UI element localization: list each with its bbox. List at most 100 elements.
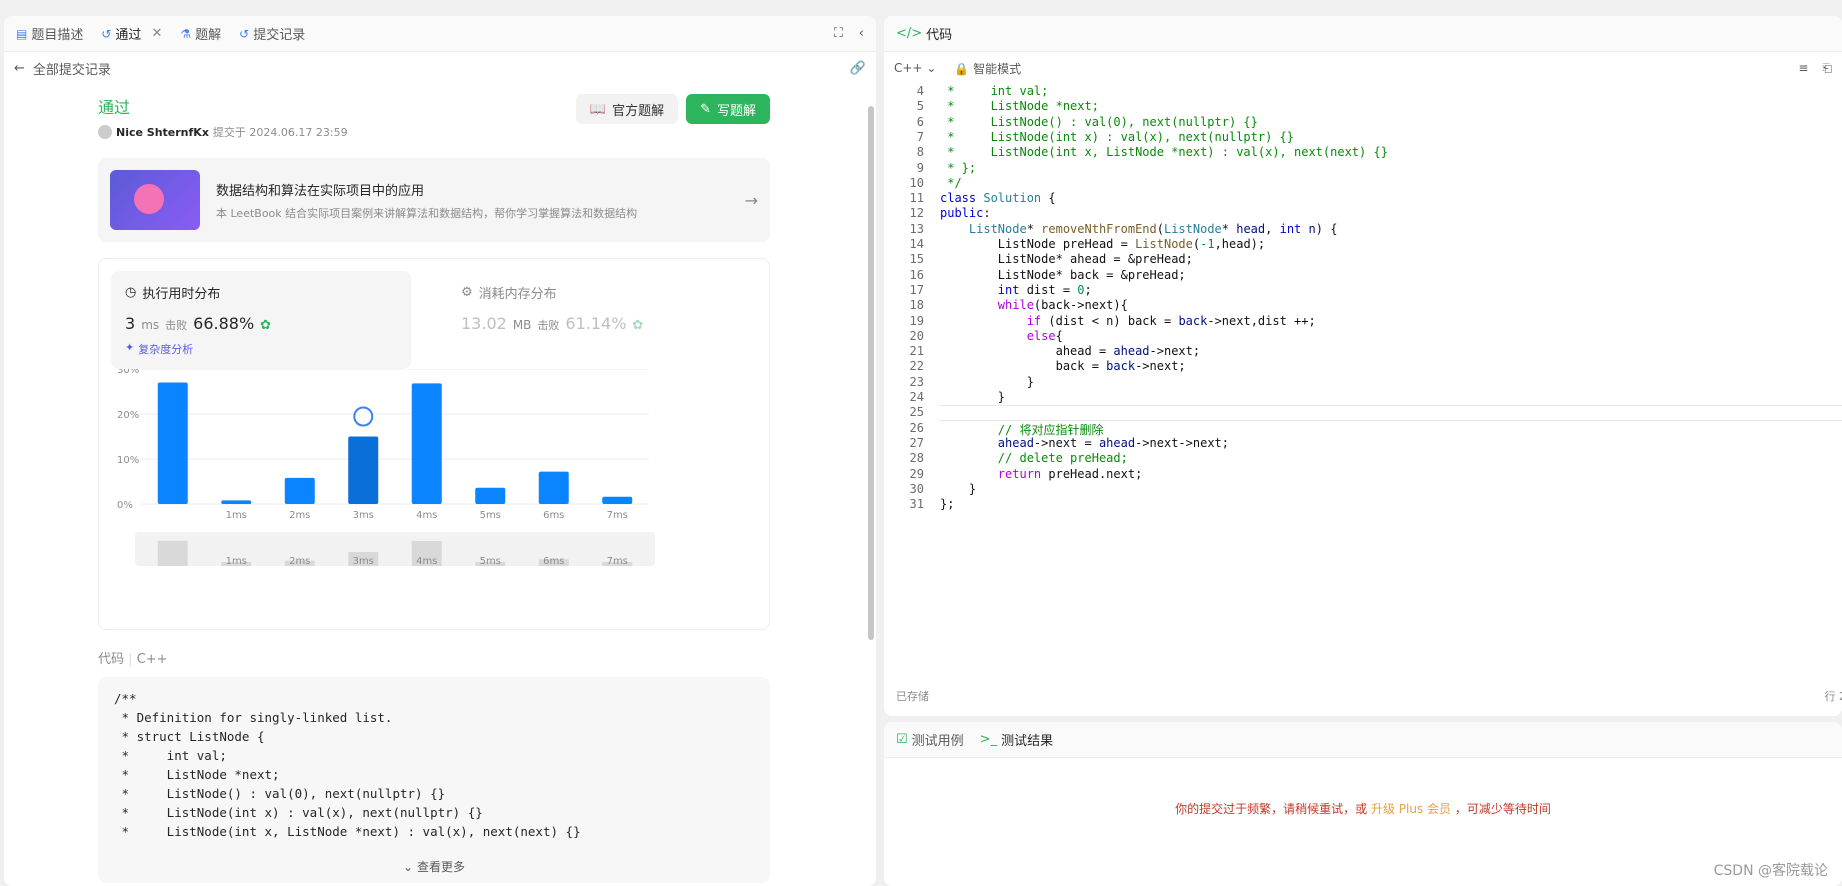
code-line[interactable]: class Solution { bbox=[940, 191, 1056, 205]
code-line[interactable]: else{ bbox=[940, 329, 1063, 343]
code-line[interactable]: while(back->next){ bbox=[940, 298, 1128, 312]
code-line[interactable]: int dist = 0; bbox=[940, 283, 1092, 297]
username[interactable]: Nice ShternfKx bbox=[116, 126, 209, 139]
chart-bar[interactable] bbox=[475, 487, 506, 504]
upgrade-plus-link[interactable]: 升级 Plus 会员 bbox=[1371, 802, 1451, 816]
collapse-icon[interactable]: ‹ bbox=[859, 26, 864, 41]
tab-submissions[interactable]: ↺ 提交记录 bbox=[239, 24, 305, 44]
line-number: 15 bbox=[909, 252, 924, 267]
notice-text: 你的提交过于频繁，请稍候重试，或 bbox=[1175, 802, 1371, 816]
runtime-card[interactable]: ◷ 执行用时分布 3 ms 击败 66.88% ✿ ✦ 复杂度分析 bbox=[111, 271, 411, 369]
result-panel: ☑ 测试用例 >_ 测试结果 你的提交过于频繁，请稍候重试，或 升级 Plus 会员… bbox=[884, 722, 1842, 886]
tab-label: 通过 bbox=[115, 28, 142, 43]
mini-tick-label: 2ms bbox=[289, 556, 310, 567]
code-line[interactable]: // delete preHead; bbox=[940, 451, 1128, 465]
runtime-value: 3 bbox=[125, 314, 136, 333]
memory-card[interactable]: ⚙ 消耗内存分布 13.02 MB 击败 61.14% ✿ bbox=[447, 271, 747, 369]
code-line[interactable]: }; bbox=[940, 497, 954, 511]
scroll-thumb[interactable] bbox=[868, 106, 874, 640]
history-icon: ↺ bbox=[239, 26, 250, 41]
smart-mode-toggle[interactable]: 🔒 智能模式 bbox=[954, 60, 1021, 77]
tab-testcase[interactable]: ☑ 测试用例 bbox=[896, 730, 964, 749]
code-line[interactable]: * ListNode(int x) : val(x), next(nullptr… bbox=[940, 130, 1294, 144]
close-icon[interactable]: ✕ bbox=[151, 26, 162, 41]
user-avatar-marker bbox=[353, 406, 374, 427]
beat-label: 击败 bbox=[165, 319, 188, 332]
code-line[interactable]: return preHead.next; bbox=[940, 467, 1143, 481]
scrollbar[interactable] bbox=[868, 104, 876, 874]
line-number: 16 bbox=[909, 267, 924, 282]
line-number: 24 bbox=[909, 390, 924, 404]
code-line[interactable]: } bbox=[940, 390, 1005, 404]
code-line[interactable]: ahead->next = ahead->next->next; bbox=[940, 436, 1229, 450]
runtime-percent: 66.88% bbox=[193, 314, 255, 333]
line-number: 9 bbox=[916, 160, 924, 175]
code-caption: 代码 bbox=[98, 652, 125, 667]
write-solution-button[interactable]: ✎ 写题解 bbox=[686, 94, 770, 124]
code-line[interactable]: ListNode* back = &preHead; bbox=[940, 268, 1186, 282]
code-line[interactable]: } bbox=[940, 482, 976, 496]
code-line[interactable]: * ListNode() : val(0), next(nullptr) {} bbox=[940, 115, 1258, 129]
code-preview: /** * Definition for singly-linked list.… bbox=[98, 677, 770, 883]
tab-description[interactable]: ▤ 题目描述 bbox=[16, 24, 83, 44]
y-tick-label: 30% bbox=[117, 369, 139, 376]
left-panel: ▤ 题目描述 ↺ 通过 ✕ ⚗ 题解 ↺ 提交记录 ⛶ ‹ ← 全部提交记录 🔗 通过 Ni… bbox=[4, 16, 876, 886]
memory-header: 消耗内存分布 bbox=[478, 287, 557, 302]
back-link[interactable]: 全部提交记录 bbox=[33, 59, 111, 78]
x-tick-label: 2ms bbox=[289, 510, 310, 521]
tab-solutions[interactable]: ⚗ 题解 bbox=[180, 24, 222, 44]
line-number: 31 bbox=[909, 497, 924, 512]
tab-label: 测试用例 bbox=[911, 734, 964, 749]
code-line[interactable]: ahead = ahead->next; bbox=[940, 344, 1201, 358]
edit-icon: ✎ bbox=[700, 101, 711, 117]
official-solution-button[interactable]: 📖 官方题解 bbox=[575, 94, 679, 124]
line-number: 7 bbox=[916, 129, 924, 144]
code-line[interactable]: } bbox=[940, 375, 1034, 389]
chart-bar[interactable] bbox=[284, 477, 315, 504]
expand-icon[interactable]: ⛶ bbox=[834, 26, 843, 41]
code-line[interactable]: public: bbox=[940, 206, 991, 220]
result-tabs: ☑ 测试用例 >_ 测试结果 bbox=[884, 722, 1842, 758]
line-number: 6 bbox=[916, 114, 924, 129]
code-line[interactable]: * ListNode *next; bbox=[940, 99, 1099, 113]
tab-label: 题解 bbox=[195, 28, 222, 43]
line-number: 18 bbox=[909, 298, 924, 313]
link-icon[interactable]: 🔗 bbox=[850, 61, 866, 76]
chart-bar[interactable] bbox=[411, 383, 442, 504]
line-number: 28 bbox=[909, 451, 924, 466]
tab-test-result[interactable]: >_ 测试结果 bbox=[980, 730, 1053, 749]
language-select[interactable]: C++ ⌄ bbox=[894, 61, 936, 75]
code-line[interactable] bbox=[940, 405, 1842, 421]
chart-bar[interactable] bbox=[538, 471, 569, 504]
range-slider[interactable] bbox=[135, 532, 655, 566]
code-line[interactable]: * int val; bbox=[940, 84, 1048, 98]
arrow-left-icon[interactable]: ← bbox=[14, 61, 25, 76]
code-line[interactable]: ListNode* ahead = &preHead; bbox=[940, 252, 1193, 266]
leetbook-card[interactable]: 数据结构和算法在实际项目中的应用 本 LeetBook 结合实际项目案例来讲解算… bbox=[98, 158, 770, 242]
code-line[interactable]: * }; bbox=[940, 161, 976, 175]
line-number: 19 bbox=[909, 313, 924, 328]
line-number: 30 bbox=[909, 481, 924, 496]
chart-bar[interactable] bbox=[157, 382, 188, 505]
line-number: 17 bbox=[909, 282, 924, 297]
code-line[interactable]: if (dist < n) back = back->next,dist ++; bbox=[940, 314, 1316, 328]
chart-bar[interactable] bbox=[348, 436, 379, 505]
tab-accepted[interactable]: ↺ 通过 ✕ bbox=[101, 24, 162, 43]
code-line[interactable]: */ bbox=[940, 176, 961, 190]
chart-bar[interactable] bbox=[221, 500, 252, 504]
line-number: 12 bbox=[909, 206, 924, 221]
code-line[interactable]: ListNode preHead = ListNode(-1,head); bbox=[940, 237, 1265, 251]
complexity-link[interactable]: ✦ 复杂度分析 bbox=[125, 341, 397, 357]
show-more-button[interactable]: ⌄ 查看更多 bbox=[98, 858, 770, 877]
chart-bar[interactable] bbox=[602, 496, 633, 504]
format-icon[interactable]: ≡ bbox=[1798, 61, 1808, 76]
code-line[interactable]: ListNode* removeNthFromEnd(ListNode* hea… bbox=[940, 222, 1338, 236]
x-tick-label: 7ms bbox=[607, 510, 628, 521]
code-editor[interactable]: 4 * int val; 5 * ListNode *next; 6 * ListN… bbox=[884, 84, 1842, 594]
bookmark-icon[interactable]: ⎗ bbox=[1822, 61, 1832, 76]
code-line[interactable]: * ListNode(int x, ListNode *next) : val(… bbox=[940, 145, 1388, 159]
mini-tick-label: 7ms bbox=[607, 556, 628, 567]
code-line[interactable]: back = back->next; bbox=[940, 359, 1186, 373]
memory-value: 13.02 bbox=[461, 314, 507, 333]
runtime-chart: 30% 20% 10% 0% 1ms 2ms 3ms 4ms 5ms 6ms 7ms 1ms 2ms 3m… bbox=[117, 369, 655, 567]
